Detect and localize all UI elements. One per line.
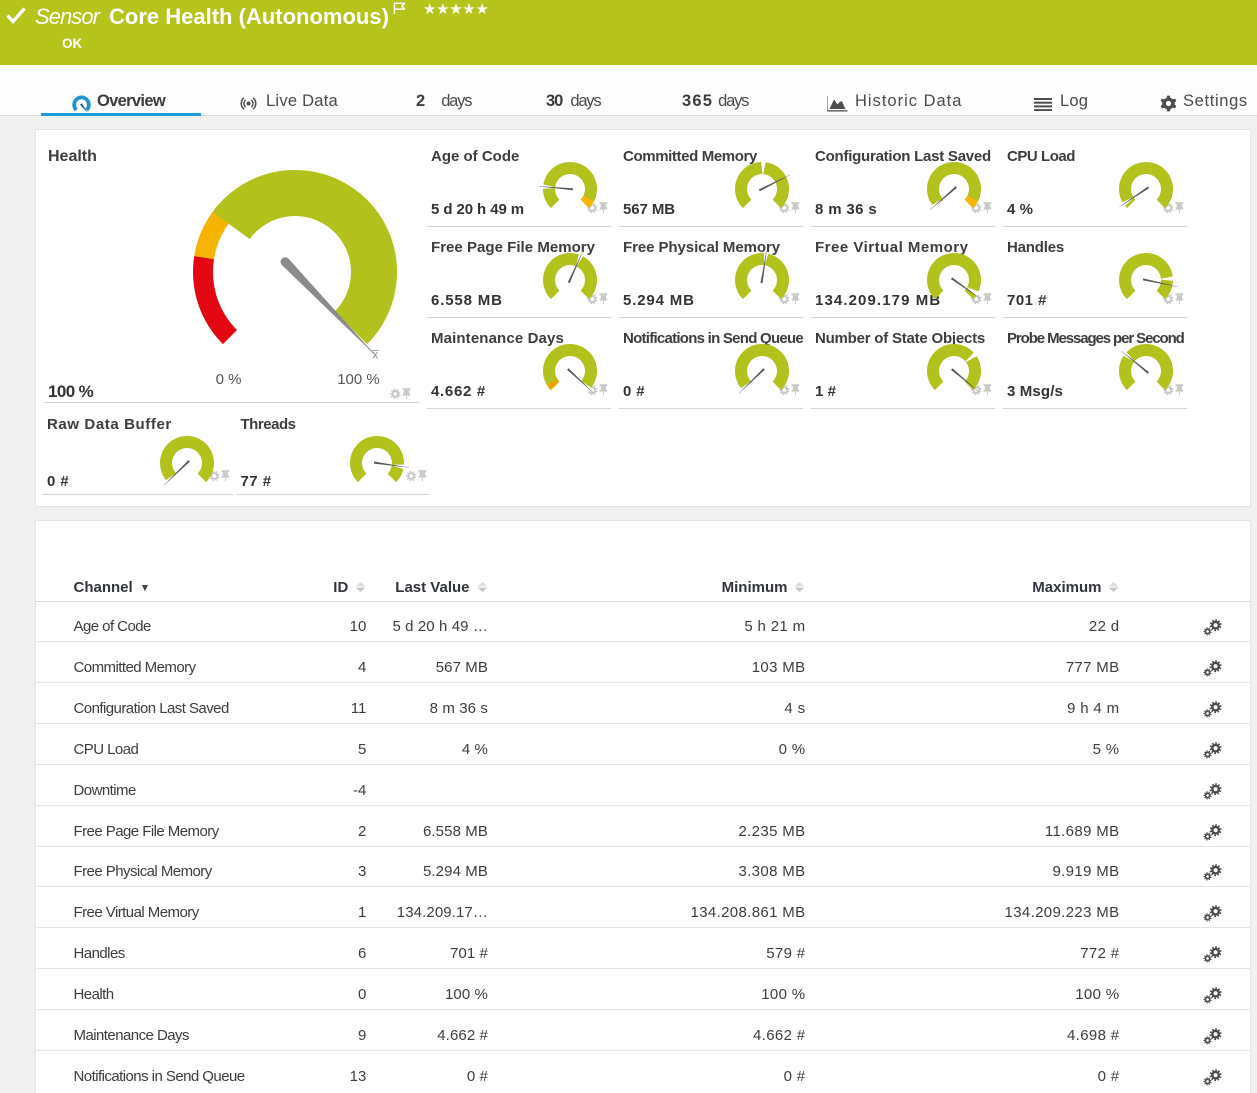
svg-text:x̅: x̅ — [371, 348, 379, 362]
